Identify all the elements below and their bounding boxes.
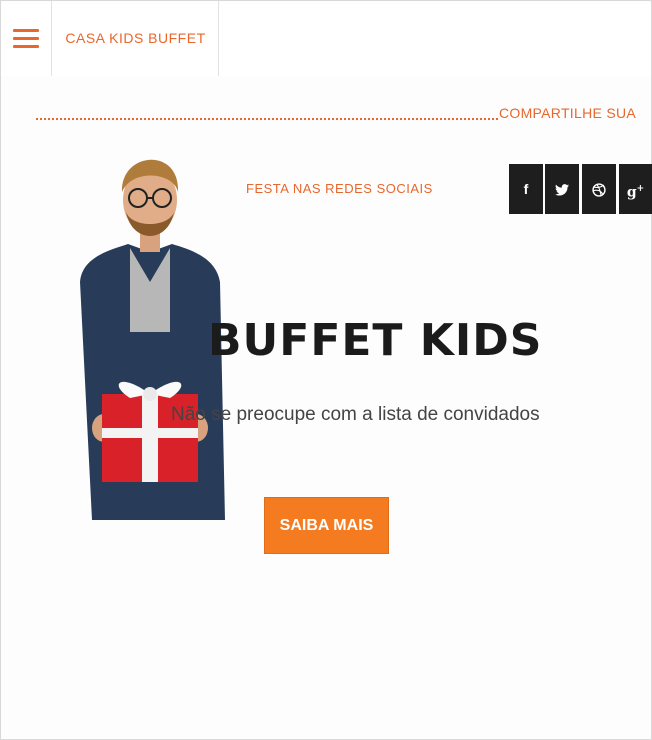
menu-line [13, 37, 39, 40]
menu-line [13, 29, 39, 32]
dribbble-icon[interactable] [582, 164, 616, 214]
brand-link[interactable]: CASA KIDS BUFFET [53, 1, 219, 76]
share-title: COMPARTILHE SUA [499, 105, 637, 121]
hero-title: BUFFET KIDS [208, 315, 543, 366]
hamburger-menu-icon[interactable] [1, 1, 52, 76]
twitter-bird-glyph [555, 184, 569, 196]
hero-subtitle: Não se preocupe com a lista de convidado… [171, 404, 540, 425]
dribbble-glyph [592, 183, 606, 197]
menu-line [13, 45, 39, 48]
google-plus-icon[interactable]: g+ [619, 164, 652, 214]
facebook-icon[interactable]: f [509, 164, 543, 214]
man-with-gift-photo [80, 159, 225, 520]
dotted-divider [36, 118, 498, 120]
header: CASA KIDS BUFFET [1, 1, 651, 76]
twitter-icon[interactable] [545, 164, 579, 214]
share-subtitle: FESTA NAS REDES SOCIAIS [246, 181, 433, 196]
saiba-mais-button[interactable]: SAIBA MAIS [264, 497, 389, 554]
